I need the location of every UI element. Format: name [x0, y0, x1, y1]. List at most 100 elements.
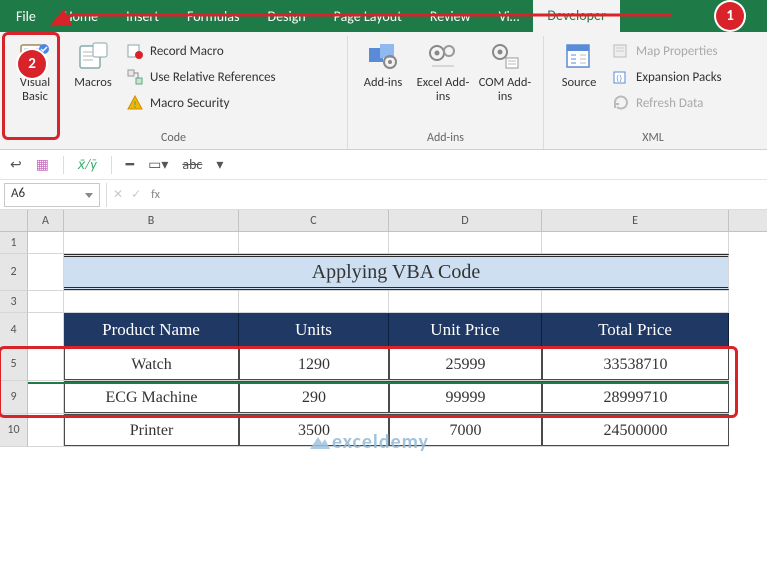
select-all-corner[interactable] [0, 210, 28, 231]
tab-view[interactable]: Vi… [485, 2, 534, 31]
group-addins-label: Add-ins [354, 129, 537, 147]
cell[interactable]: 25999 [389, 348, 542, 380]
tab-developer[interactable]: Developer [533, 0, 619, 32]
qat-xy-icon[interactable]: x̄/ȳ [78, 156, 97, 173]
qat-undo-icon[interactable]: ↩ [10, 156, 22, 173]
tab-pagelayout[interactable]: Page Layout [320, 2, 416, 31]
tab-strip: File Home Insert Formulas Design Page La… [0, 0, 767, 32]
column-headers: A B C D E [0, 210, 767, 232]
com-addins-button[interactable]: COM Add-ins [474, 36, 536, 129]
cell[interactable]: 1290 [239, 348, 389, 380]
cell[interactable]: 3500 [239, 414, 389, 446]
cell[interactable]: 33538710 [542, 348, 729, 380]
tab-review[interactable]: Review [416, 2, 485, 31]
cell[interactable]: Watch [64, 348, 239, 380]
callout-2: 2 [18, 50, 46, 78]
title-cell[interactable]: Applying VBA Code [64, 254, 729, 290]
cell[interactable]: 290 [239, 381, 389, 413]
tab-home[interactable]: Home [50, 2, 112, 31]
record-macro-label: Record Macro [150, 44, 224, 59]
col-header-e[interactable]: E [542, 210, 729, 231]
source-label: Source [562, 76, 597, 90]
visual-basic-label: Visual Basic [8, 76, 62, 105]
addins-icon [366, 40, 400, 74]
fx-icon[interactable]: fx [145, 188, 166, 202]
th-product[interactable]: Product Name [64, 313, 239, 347]
com-addins-label: COM Add-ins [476, 76, 534, 105]
cell[interactable]: 24500000 [542, 414, 729, 446]
excel-addins-button[interactable]: Excel Add-ins [412, 36, 474, 129]
quick-access-toolbar: ↩ ▦ x̄/ȳ ━ ▭▾ abc ▾ [0, 150, 767, 180]
cell[interactable]: ECG Machine [64, 381, 239, 413]
group-xml: Source Map Properties ⟨⟩ Expansion Packs… [544, 36, 762, 149]
sheet-area[interactable]: Applying VBA Code Product Name Units Uni… [28, 232, 729, 447]
row-header[interactable]: 10 [0, 414, 28, 447]
qat-border-icon[interactable]: ▭▾ [148, 156, 168, 173]
ribbon: Visual Basic Macros Record Macro Use Rel… [0, 32, 767, 150]
table-header-row: Product Name Units Unit Price Total Pric… [28, 313, 729, 348]
map-properties-button[interactable]: Map Properties [612, 40, 722, 62]
group-xml-label: XML [550, 129, 756, 147]
cancel-icon[interactable]: ✕ [109, 187, 127, 202]
col-header-b[interactable]: B [64, 210, 239, 231]
qat-save-icon[interactable]: ▦ [36, 156, 49, 173]
th-units[interactable]: Units [239, 313, 389, 347]
cell[interactable]: 28999710 [542, 381, 729, 413]
group-code-label: Code [6, 129, 341, 147]
row-header[interactable]: 5 [0, 348, 28, 381]
qat-dropdown-icon[interactable]: ▾ [216, 156, 223, 173]
worksheet-grid: A B C D E 1 2 3 4 5 9 10 Applying VBA Co… [0, 210, 767, 447]
table-row: Watch 1290 25999 33538710 [28, 348, 729, 381]
table-row: Printer 3500 7000 24500000 [28, 414, 729, 447]
col-header-c[interactable]: C [239, 210, 389, 231]
enter-icon[interactable]: ✓ [127, 187, 145, 202]
cell[interactable]: 99999 [389, 381, 542, 413]
cell[interactable]: Printer [64, 414, 239, 446]
excel-addins-icon [426, 40, 460, 74]
refresh-data-button[interactable]: Refresh Data [612, 92, 722, 114]
tab-insert[interactable]: Insert [112, 2, 173, 31]
use-relative-icon [126, 68, 144, 86]
macro-security-label: Macro Security [150, 96, 229, 111]
addins-label: Add-ins [364, 76, 403, 90]
expansion-packs-label: Expansion Packs [636, 70, 722, 85]
map-properties-icon [612, 42, 630, 60]
row-header[interactable]: 9 [0, 381, 28, 414]
source-icon [562, 40, 596, 74]
row-header[interactable]: 2 [0, 254, 28, 291]
record-macro-icon [126, 42, 144, 60]
macro-security-button[interactable]: Macro Security [126, 92, 276, 114]
col-header-d[interactable]: D [389, 210, 542, 231]
svg-text:⟨⟩: ⟨⟩ [616, 74, 622, 84]
tab-design[interactable]: Design [253, 2, 319, 31]
qat-bold-icon[interactable]: ━ [126, 156, 134, 173]
group-addins: Add-ins Excel Add-ins COM Add-ins Add-in… [348, 36, 544, 149]
row-header[interactable]: 1 [0, 232, 28, 254]
cell[interactable]: 7000 [389, 414, 542, 446]
com-addins-icon [488, 40, 522, 74]
name-box[interactable]: A6 [4, 183, 100, 207]
formula-input[interactable] [166, 183, 767, 207]
th-total[interactable]: Total Price [542, 313, 729, 347]
separator [106, 183, 107, 207]
warning-icon [126, 94, 144, 112]
macros-button[interactable]: Macros [64, 36, 122, 129]
excel-addins-label: Excel Add-ins [414, 76, 472, 105]
macros-icon [76, 40, 110, 74]
qat-strike-icon[interactable]: abc [182, 156, 202, 173]
record-macro-button[interactable]: Record Macro [126, 40, 276, 62]
source-button[interactable]: Source [550, 36, 608, 129]
row-header[interactable]: 3 [0, 291, 28, 313]
expansion-packs-icon: ⟨⟩ [612, 68, 630, 86]
expansion-packs-button[interactable]: ⟨⟩ Expansion Packs [612, 66, 722, 88]
tab-file[interactable]: File [2, 2, 50, 31]
addins-button[interactable]: Add-ins [354, 36, 412, 129]
row-header[interactable]: 4 [0, 313, 28, 348]
row-headers: 1 2 3 4 5 9 10 [0, 232, 28, 447]
use-relative-label: Use Relative References [150, 70, 276, 85]
th-price[interactable]: Unit Price [389, 313, 542, 347]
col-header-a[interactable]: A [28, 210, 64, 231]
tab-formulas[interactable]: Formulas [173, 2, 253, 31]
use-relative-button[interactable]: Use Relative References [126, 66, 276, 88]
group-code: Visual Basic Macros Record Macro Use Rel… [0, 36, 348, 149]
